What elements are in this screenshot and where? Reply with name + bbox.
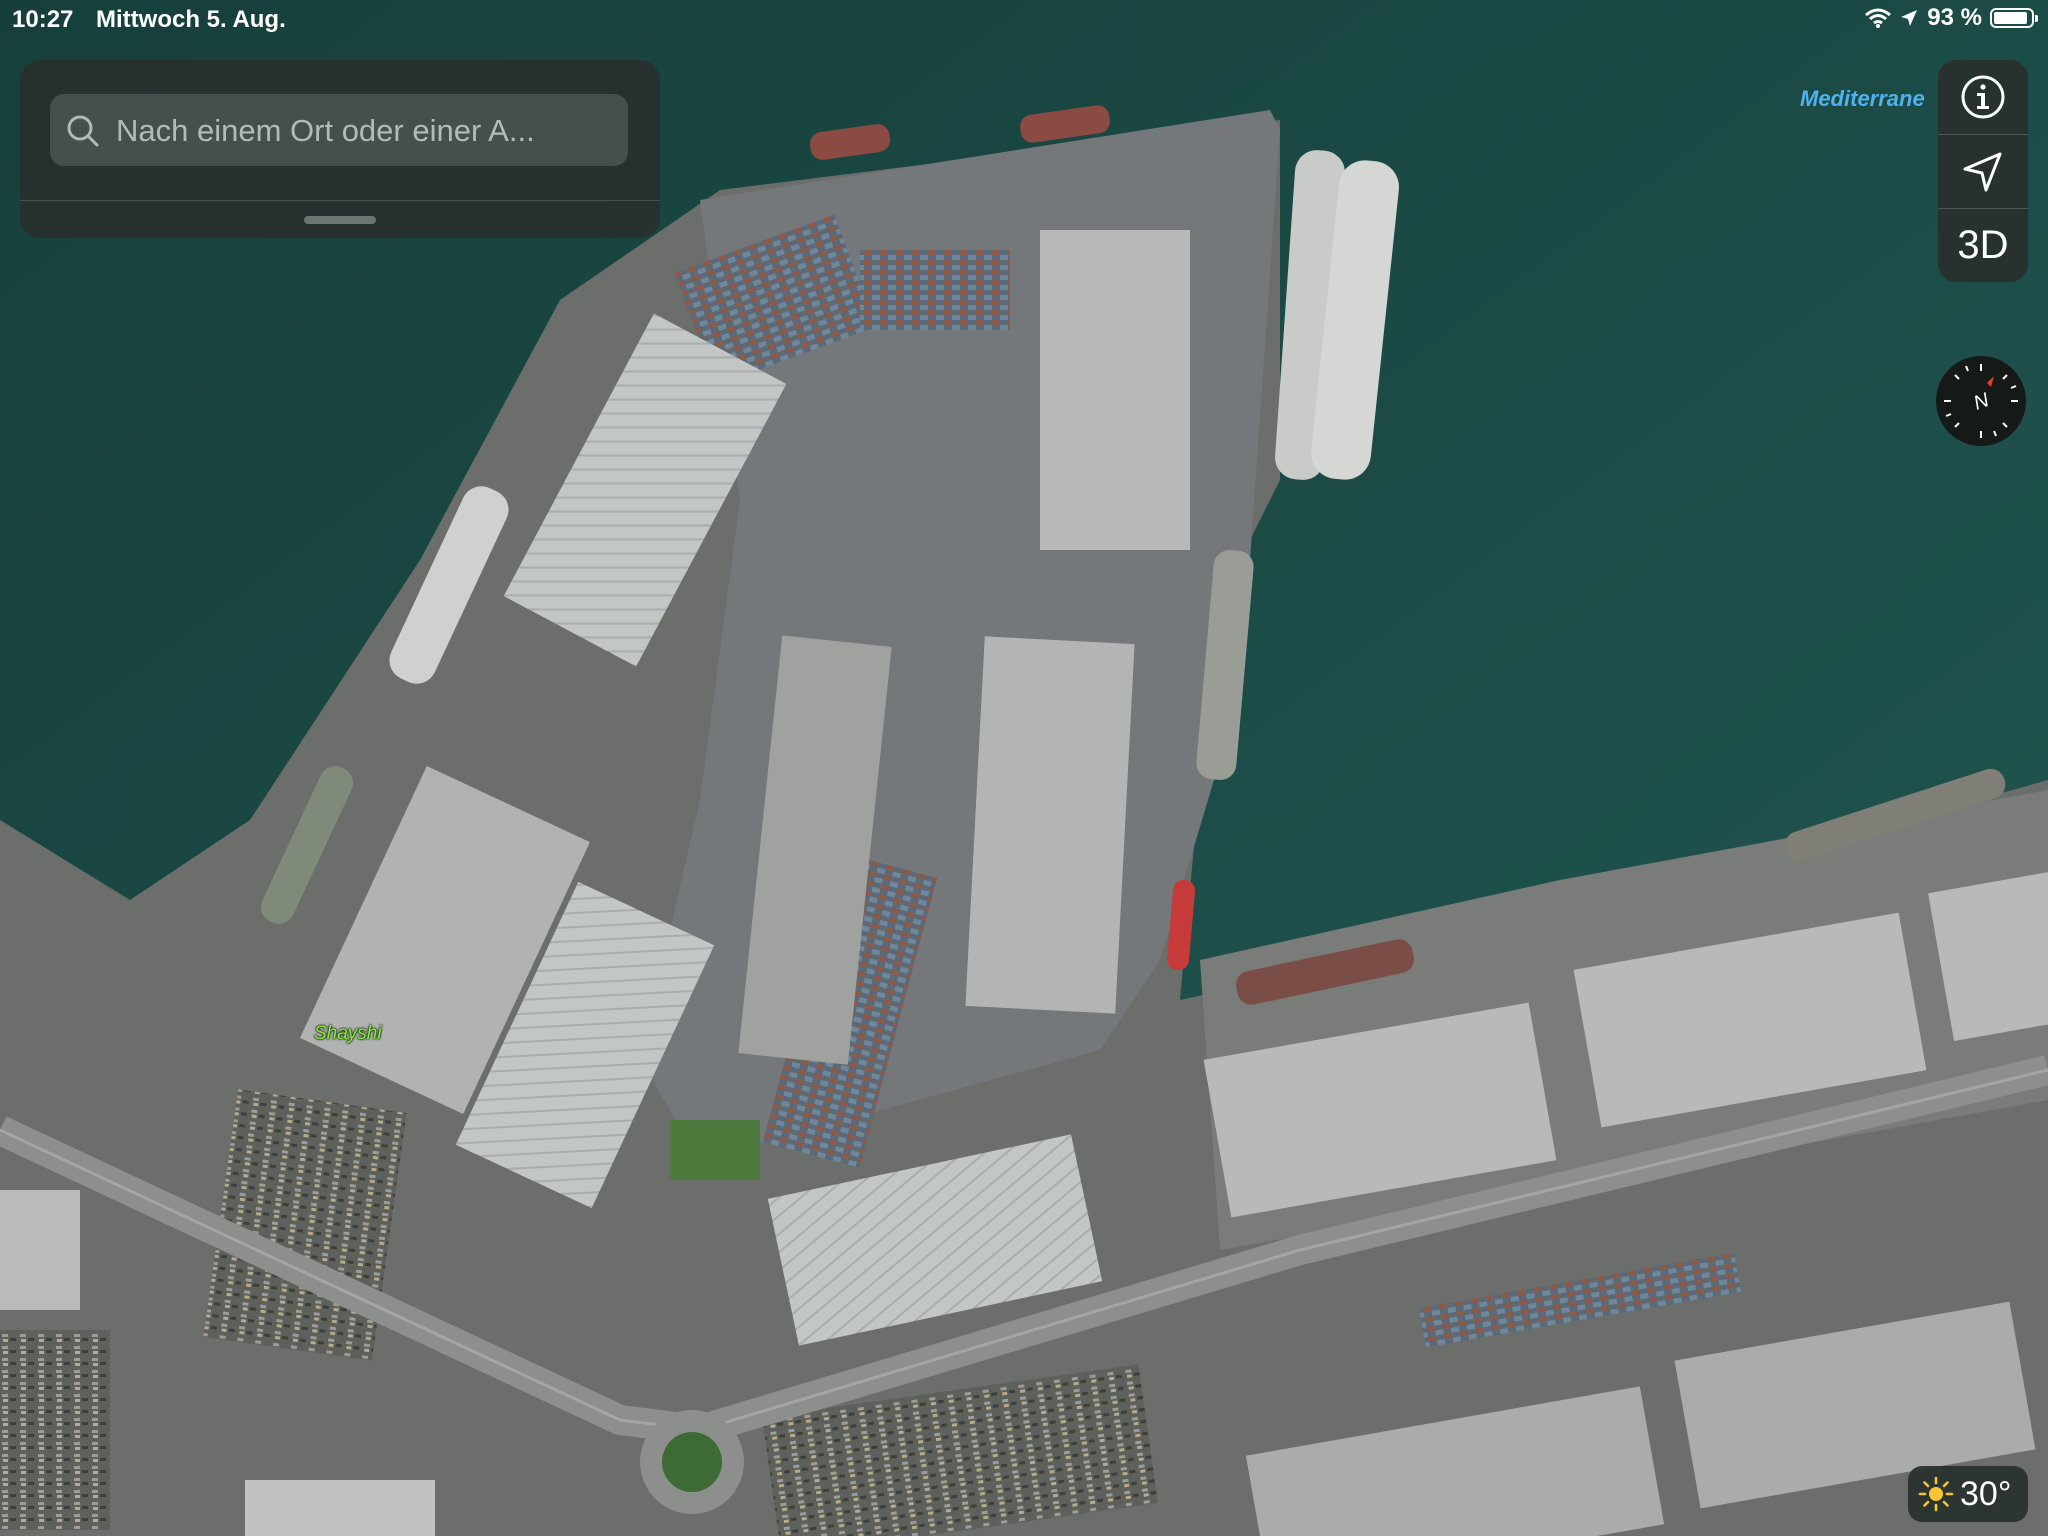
location-arrow-icon: [1963, 152, 2002, 192]
warehouse: [1040, 230, 1190, 550]
sun-icon: [1918, 1476, 1954, 1512]
place-label[interactable]: Shayshi: [314, 1023, 382, 1045]
search-card[interactable]: [20, 60, 660, 238]
card-grabber-handle[interactable]: [304, 216, 376, 224]
search-field[interactable]: [50, 94, 628, 168]
location-button[interactable]: [1938, 135, 2028, 209]
view-3d-button[interactable]: 3D: [1938, 208, 2028, 282]
battery-icon: [1990, 8, 2038, 28]
search-icon: [67, 115, 99, 147]
wifi-icon: [1865, 8, 1892, 28]
map-controls: 3D: [1938, 60, 2028, 282]
warehouse: [965, 636, 1135, 1014]
compass-icon: N: [1944, 364, 2018, 438]
battery-percent: 93 %: [1927, 4, 1982, 31]
weather-temperature: 30°: [1960, 1474, 2012, 1513]
info-button[interactable]: [1938, 60, 2028, 134]
info-icon: [1961, 75, 2005, 119]
status-date: Mittwoch 5. Aug.: [96, 6, 286, 33]
location-services-icon: [1901, 10, 1918, 26]
compass-north-label: N: [1971, 389, 1993, 415]
status-time: 10:27: [12, 6, 74, 33]
weather-badge[interactable]: 30°: [1908, 1466, 2028, 1522]
search-input[interactable]: [114, 94, 618, 168]
compass-button[interactable]: N: [1936, 356, 2026, 446]
card-divider: [20, 200, 660, 201]
status-indicators: 93 %: [1865, 4, 2038, 32]
status-bar: 10:27 Mittwoch 5. Aug. 93 %: [0, 0, 2048, 40]
sea-label[interactable]: Mediterrane: [1800, 86, 1925, 112]
